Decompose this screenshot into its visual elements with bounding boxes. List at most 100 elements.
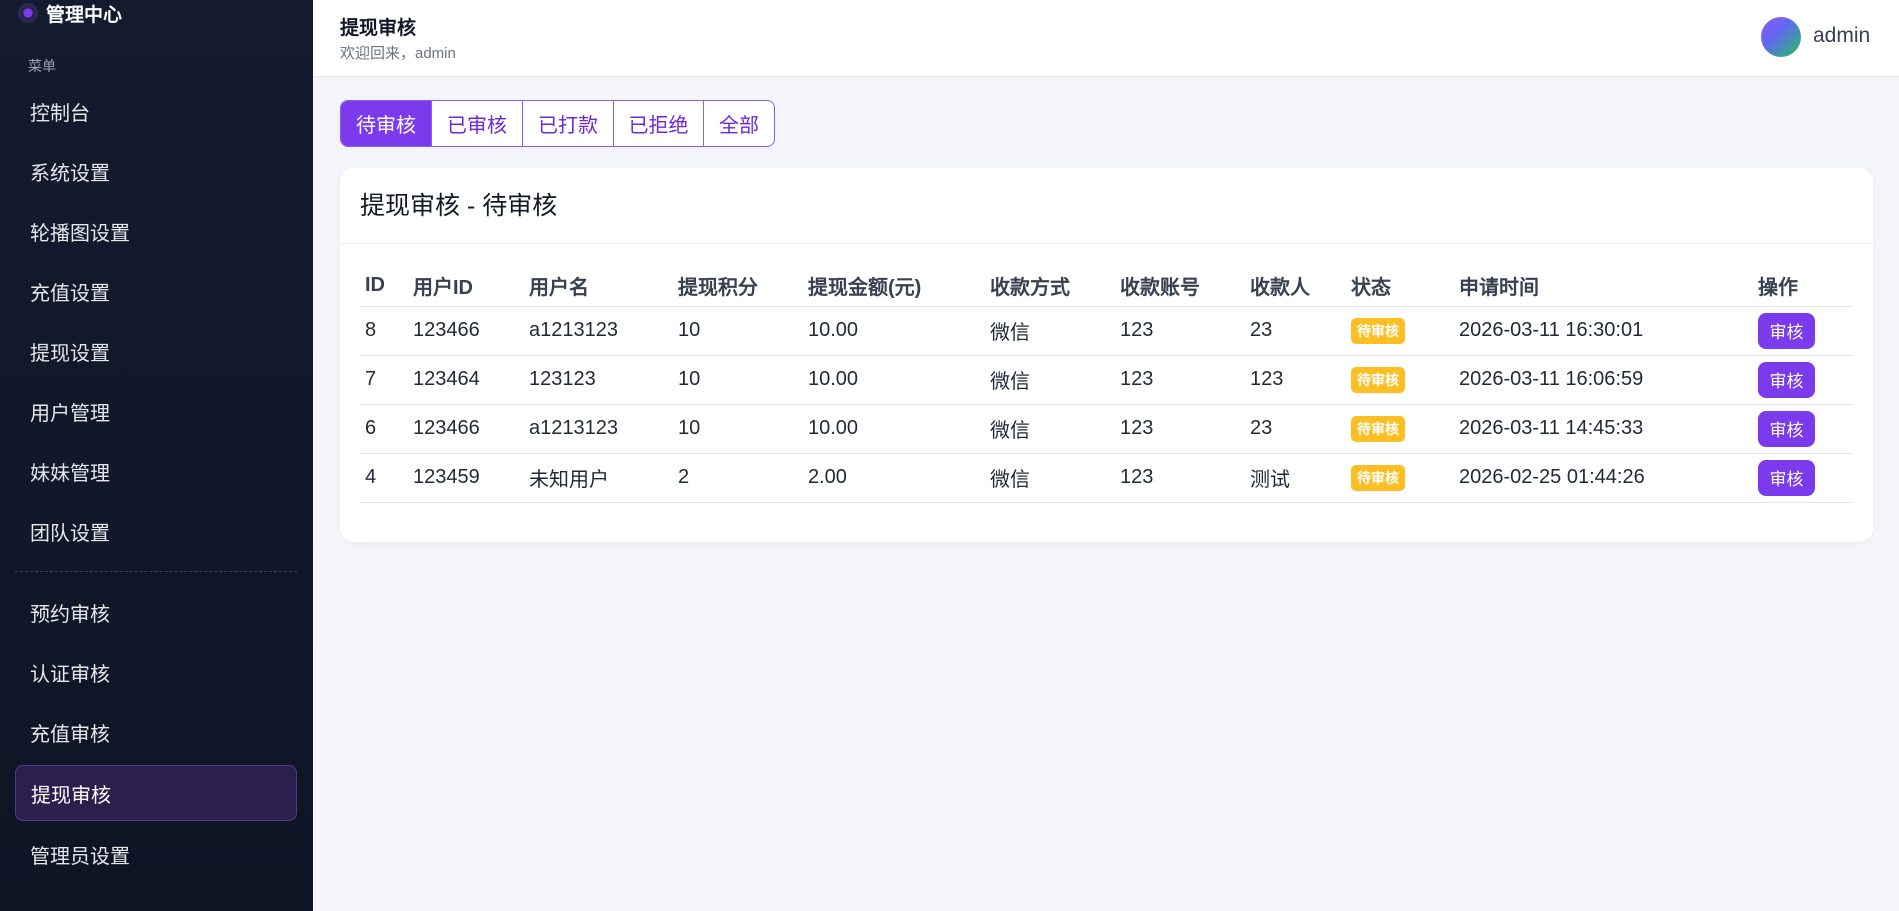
cell-username: a1213123 [524,306,673,356]
user-name[interactable]: admin [1813,24,1870,48]
logo-icon [18,3,38,23]
cell-action: 审核 [1753,404,1853,454]
cell-method: 微信 [985,355,1115,405]
cell-payee: 23 [1245,306,1346,356]
cell-time: 2026-03-11 16:30:01 [1454,306,1753,356]
avatar[interactable] [1761,17,1801,57]
cell-action: 审核 [1753,453,1853,503]
col-account: 收款账号 [1115,265,1245,307]
cell-amount: 10.00 [803,404,985,454]
cell-amount: 10.00 [803,306,985,356]
tab-reviewed[interactable]: 已审核 [432,101,523,146]
col-status: 状态 [1346,265,1454,307]
sidebar-item-dashboard[interactable]: 控制台 [15,83,297,139]
cell-status: 待审核 [1346,404,1454,454]
card-title: 提现审核 - 待审核 [360,192,558,220]
cell-account: 123 [1115,306,1245,356]
tab-rejected[interactable]: 已拒绝 [614,101,704,146]
table-header-row: ID 用户ID 用户名 提现积分 提现金额(元) 收款方式 收款账号 收款人 状… [360,265,1853,307]
cell-action: 审核 [1753,306,1853,356]
review-button[interactable]: 审核 [1758,459,1815,496]
col-action: 操作 [1753,265,1853,307]
card-divider [340,243,1873,244]
cell-user-id: 123459 [408,453,524,503]
cell-payee: 123 [1245,355,1346,405]
table-row: 6 123466 a1213123 10 10.00 微信 123 23 待审核… [360,404,1853,454]
sidebar-item-withdraw-review[interactable]: 提现审核 [15,765,297,821]
sidebar-item-withdraw-settings[interactable]: 提现设置 [15,323,297,379]
menu-caption: 菜单 [28,58,56,74]
col-time: 申请时间 [1454,265,1753,307]
cell-method: 微信 [985,404,1115,454]
col-payee: 收款人 [1245,265,1346,307]
cell-amount: 2.00 [803,453,985,503]
cell-user-id: 123464 [408,355,524,405]
sidebar-divider [15,571,297,572]
cell-user-id: 123466 [408,404,524,454]
cell-username: a1213123 [524,404,673,454]
col-username: 用户名 [524,265,673,307]
sidebar-item-admin-settings[interactable]: 管理员设置 [15,826,297,882]
cell-time: 2026-03-11 14:45:33 [1454,404,1753,454]
tab-paid[interactable]: 已打款 [523,101,614,146]
page-title: 提现审核 [340,18,417,39]
cell-status: 待审核 [1346,306,1454,356]
cell-account: 123 [1115,453,1245,503]
cell-id: 7 [360,355,408,405]
cell-points: 2 [673,453,803,503]
withdraw-table: ID 用户ID 用户名 提现积分 提现金额(元) 收款方式 收款账号 收款人 状… [360,265,1853,503]
cell-status: 待审核 [1346,453,1454,503]
status-badge: 待审核 [1351,366,1405,393]
withdraw-card: 提现审核 - 待审核 ID 用户ID 用户名 提现积分 提现金额(元) 收款方式… [340,168,1873,542]
status-badge: 待审核 [1351,317,1405,344]
review-button[interactable]: 审核 [1758,312,1815,349]
table-row: 7 123464 123123 10 10.00 微信 123 123 待审核 … [360,355,1853,405]
brand-title: 管理中心 [46,4,123,26]
sidebar-item-user-management[interactable]: 用户管理 [15,383,297,439]
cell-id: 4 [360,453,408,503]
col-id: ID [360,265,408,307]
sidebar-item-team-settings[interactable]: 团队设置 [15,503,297,559]
col-amount: 提现金额(元) [803,265,985,307]
sidebar-item-banner-settings[interactable]: 轮播图设置 [15,203,297,259]
sidebar-item-verification-review[interactable]: 认证审核 [15,644,297,700]
col-method: 收款方式 [985,265,1115,307]
sidebar-item-recharge-review[interactable]: 充值审核 [15,704,297,760]
cell-method: 微信 [985,306,1115,356]
col-user-id: 用户ID [408,265,524,307]
status-badge: 待审核 [1351,415,1405,442]
cell-action: 审核 [1753,355,1853,405]
review-button[interactable]: 审核 [1758,410,1815,447]
cell-method: 微信 [985,453,1115,503]
cell-payee: 23 [1245,404,1346,454]
cell-points: 10 [673,306,803,356]
review-button[interactable]: 审核 [1758,361,1815,398]
cell-time: 2026-03-11 16:06:59 [1454,355,1753,405]
cell-username: 123123 [524,355,673,405]
sidebar-item-booking-review[interactable]: 预约审核 [15,584,297,640]
cell-id: 6 [360,404,408,454]
sidebar-item-sister-management[interactable]: 妹妹管理 [15,443,297,499]
col-points: 提现积分 [673,265,803,307]
cell-account: 123 [1115,355,1245,405]
cell-status: 待审核 [1346,355,1454,405]
cell-id: 8 [360,306,408,356]
cell-time: 2026-02-25 01:44:26 [1454,453,1753,503]
welcome-text: 欢迎回来，admin [340,45,456,62]
top-header: 提现审核 欢迎回来，admin admin [313,0,1899,77]
tab-all[interactable]: 全部 [704,101,774,146]
status-tabs: 待审核 已审核 已打款 已拒绝 全部 [340,100,775,147]
table-row: 4 123459 未知用户 2 2.00 微信 123 测试 待审核 2026-… [360,453,1853,503]
cell-user-id: 123466 [408,306,524,356]
table-row: 8 123466 a1213123 10 10.00 微信 123 23 待审核… [360,306,1853,356]
sidebar-item-recharge-settings[interactable]: 充值设置 [15,263,297,319]
cell-points: 10 [673,355,803,405]
cell-username: 未知用户 [524,453,673,503]
sidebar-item-system-settings[interactable]: 系统设置 [15,143,297,199]
sidebar: 管理中心 菜单 控制台 系统设置 轮播图设置 充值设置 提现设置 用户管理 妹妹… [0,0,313,911]
status-badge: 待审核 [1351,464,1405,491]
cell-payee: 测试 [1245,453,1346,503]
brand: 管理中心 [18,0,122,26]
tab-pending[interactable]: 待审核 [341,101,432,146]
cell-points: 10 [673,404,803,454]
